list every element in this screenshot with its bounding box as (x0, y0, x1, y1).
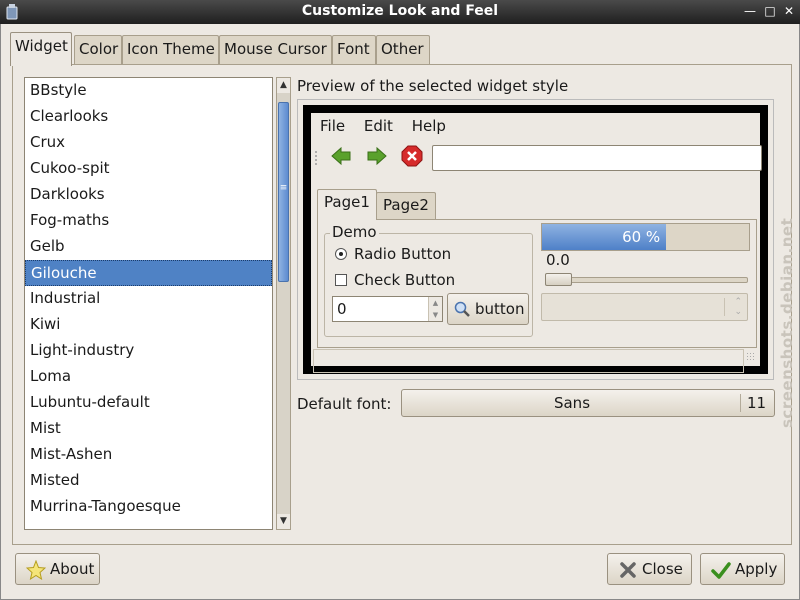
tab-color[interactable]: Color (74, 35, 122, 64)
tab-icon-theme[interactable]: Icon Theme (122, 35, 219, 64)
preview-window: File Edit Help Page1 Page2 Demo Radio Bu… (311, 113, 762, 373)
scroll-up-icon[interactable]: ▲ (277, 78, 290, 93)
menu-file[interactable]: File (320, 117, 345, 135)
list-item[interactable]: Fog-maths (25, 208, 272, 234)
apply-label: Apply (735, 560, 778, 578)
preview-statusbar (313, 349, 744, 373)
tab-label: Icon Theme (127, 40, 215, 58)
minimize-icon[interactable]: — (742, 3, 758, 19)
tab-label: Widget (15, 37, 68, 55)
star-icon (26, 560, 46, 580)
scale-value: 0.0 (546, 251, 570, 269)
progress-fill: 60 % (542, 224, 667, 250)
preview-text-entry[interactable] (432, 145, 762, 171)
menu-edit[interactable]: Edit (364, 117, 393, 135)
scale-slider-handle[interactable] (545, 273, 572, 286)
font-chooser-button[interactable]: Sans 11 (401, 389, 775, 417)
watermark-text: screenshots.debian.net (778, 217, 796, 428)
check-button[interactable]: Check Button (335, 271, 455, 289)
preview-border: File Edit Help Page1 Page2 Demo Radio Bu… (303, 105, 768, 374)
list-item-selected[interactable]: Gilouche (25, 260, 272, 286)
window-title: Customize Look and Feel (301, 3, 499, 19)
title-bar: Customize Look and Feel — □ ✕ (0, 0, 800, 24)
demo-legend: Demo (330, 223, 379, 241)
default-font-label: Default font: (297, 395, 392, 413)
check-label: Check Button (354, 271, 456, 289)
theme-list[interactable]: BBstyle Clearlooks Crux Cukoo-spit Darkl… (24, 77, 273, 530)
preview-button[interactable]: button (447, 293, 529, 325)
theme-list-scrollbar[interactable]: ▲ ≡ ▼ (276, 77, 291, 530)
back-arrow-icon[interactable] (330, 145, 352, 167)
tab-label: Mouse Cursor (224, 40, 327, 58)
close-x-icon (620, 562, 636, 578)
font-separator (740, 394, 741, 412)
scroll-down-icon[interactable]: ▼ (277, 514, 290, 529)
button-label: button (475, 300, 525, 318)
combo-arrows-icon: ⌃ ⌄ (734, 297, 742, 317)
list-item[interactable]: Lubuntu-default (25, 390, 272, 416)
tab-label: Color (79, 40, 119, 58)
stop-icon[interactable] (401, 145, 423, 167)
list-item[interactable]: Light-industry (25, 338, 272, 364)
list-item[interactable]: Murrina-Tangoesque (25, 494, 272, 520)
tab-label: Font (337, 40, 370, 58)
about-label: About (50, 560, 95, 578)
preview-combo-box[interactable]: ⌃ ⌄ (541, 293, 748, 321)
checkbox-indicator-icon (335, 274, 347, 286)
close-button[interactable]: Close (607, 553, 692, 585)
scale-track[interactable] (545, 277, 748, 283)
toolbar-grip-icon (314, 150, 318, 166)
maximize-icon[interactable]: □ (762, 3, 778, 19)
tab-widget[interactable]: Widget (10, 32, 72, 66)
combo-separator (724, 298, 725, 316)
preview-menubar: File Edit Help (320, 117, 460, 135)
list-item[interactable]: Darklooks (25, 182, 272, 208)
list-item[interactable]: Industrial (25, 286, 272, 312)
list-item[interactable]: Loma (25, 364, 272, 390)
magnifier-icon (454, 301, 470, 317)
list-item[interactable]: Mist-Ashen (25, 442, 272, 468)
preview-tab-page2[interactable]: Page2 (376, 192, 436, 220)
spin-arrows-icon[interactable]: ▲ ▼ (428, 297, 442, 321)
list-item[interactable]: Mist (25, 416, 272, 442)
progress-bar: 60 % (541, 223, 750, 251)
list-item[interactable]: Misted (25, 468, 272, 494)
tab-font[interactable]: Font (332, 35, 376, 64)
progress-text: 60 % (622, 228, 661, 246)
forward-arrow-icon[interactable] (366, 145, 388, 167)
resize-grip-icon[interactable] (746, 352, 756, 362)
about-button[interactable]: About (15, 553, 100, 585)
list-item[interactable]: Cukoo-spit (25, 156, 272, 182)
spin-button[interactable]: 0 ▲ ▼ (332, 296, 443, 322)
apply-button[interactable]: Apply (700, 553, 785, 585)
tab-label: Page2 (383, 196, 429, 214)
list-item[interactable]: Clearlooks (25, 104, 272, 130)
list-item[interactable]: Kiwi (25, 312, 272, 338)
tab-label: Page1 (324, 193, 370, 211)
scrollbar-thumb[interactable]: ≡ (278, 102, 289, 282)
list-item[interactable]: Crux (25, 130, 272, 156)
font-size: 11 (747, 394, 767, 412)
font-name: Sans (553, 394, 591, 412)
radio-indicator-icon (335, 248, 347, 260)
radio-label: Radio Button (354, 245, 452, 263)
tab-label: Other (381, 40, 424, 58)
tab-other[interactable]: Other (376, 35, 430, 64)
preview-tab-page1[interactable]: Page1 (317, 189, 377, 220)
menu-help[interactable]: Help (412, 117, 446, 135)
spin-value: 0 (337, 300, 347, 318)
list-item[interactable]: BBstyle (25, 78, 272, 104)
radio-button[interactable]: Radio Button (335, 245, 451, 263)
checkmark-icon (711, 562, 731, 579)
close-label: Close (642, 560, 683, 578)
tab-mouse-cursor[interactable]: Mouse Cursor (219, 35, 332, 64)
list-item[interactable]: Gelb (25, 234, 272, 260)
preview-frame: File Edit Help Page1 Page2 Demo Radio Bu… (297, 99, 774, 380)
preview-label: Preview of the selected widget style (297, 77, 569, 95)
close-window-icon[interactable]: ✕ (781, 3, 797, 19)
